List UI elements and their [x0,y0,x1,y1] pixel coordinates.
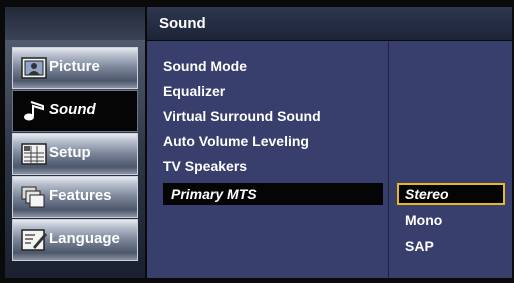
option-mono[interactable]: Mono [397,209,505,231]
page-title: Sound [159,15,206,32]
sidebar-item-label: Features [49,187,112,204]
options-panel: Stereo Mono SAP [389,41,512,278]
menu-item-auto-volume-leveling[interactable]: Auto Volume Leveling [163,130,381,152]
sound-menu-panel: Sound Mode Equalizer Virtual Surround So… [147,41,388,278]
language-icon [21,229,47,251]
tv-menu-screen: Picture Sound Setup Features Language So… [0,0,514,283]
menu-item-virtual-surround-sound[interactable]: Virtual Surround Sound [163,105,381,127]
menu-item-equalizer[interactable]: Equalizer [163,80,381,102]
menu-item-primary-mts[interactable]: Primary MTS [163,183,383,205]
option-stereo[interactable]: Stereo [397,183,505,205]
sidebar-item-setup[interactable]: Setup [12,133,138,175]
sidebar-item-label: Language [49,230,120,247]
menu-item-sound-mode[interactable]: Sound Mode [163,55,381,77]
grid-icon [21,143,47,165]
sidebar-item-label: Picture [49,58,100,75]
sidebar-item-label: Setup [49,144,91,161]
features-icon [21,186,45,208]
sidebar-header [5,7,145,40]
sidebar-item-label: Sound [49,101,96,118]
menu-item-tv-speakers[interactable]: TV Speakers [163,155,381,177]
music-note-icon [24,101,44,121]
sidebar: Picture Sound Setup Features Language [5,7,145,278]
option-sap[interactable]: SAP [397,235,505,257]
picture-icon [21,57,47,79]
sidebar-item-features[interactable]: Features [12,176,138,218]
sidebar-item-picture[interactable]: Picture [12,47,138,89]
sidebar-item-language[interactable]: Language [12,219,138,261]
menu-header: Sound [147,7,512,40]
sidebar-item-sound[interactable]: Sound [12,90,138,132]
